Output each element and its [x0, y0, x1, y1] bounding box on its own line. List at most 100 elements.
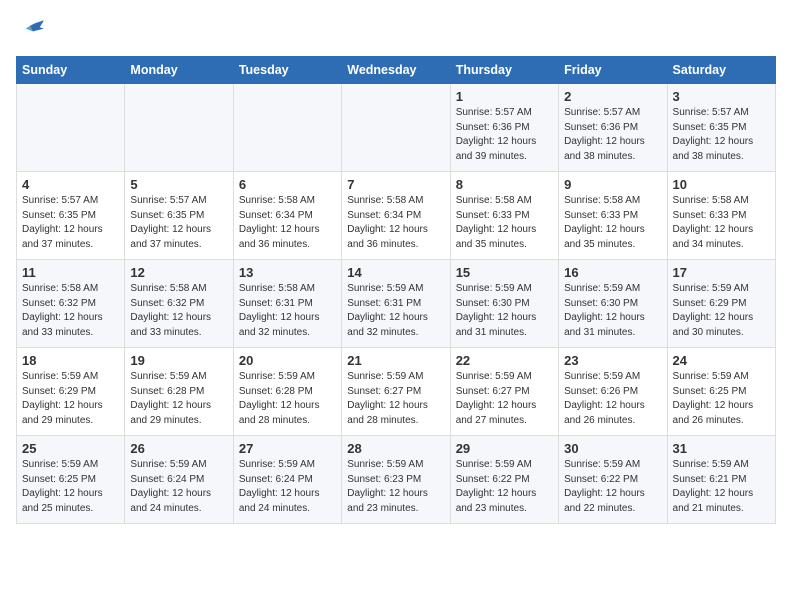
day-number: 19 — [130, 353, 227, 368]
calendar-cell: 4 Sunrise: 5:57 AM Sunset: 6:35 PM Daylig… — [17, 172, 125, 260]
weekday-header-row: SundayMondayTuesdayWednesdayThursdayFrid… — [17, 57, 776, 84]
day-info: Sunrise: 5:57 AM Sunset: 6:35 PM Dayligh… — [673, 106, 770, 164]
day-info: Sunrise: 5:59 AM Sunset: 6:25 PM Dayligh… — [22, 458, 119, 516]
calendar-cell: 18 Sunrise: 5:59 AM Sunset: 6:29 PM Dayli… — [17, 348, 125, 436]
weekday-header-cell: Friday — [559, 57, 667, 84]
calendar-cell: 14Sunrise: 5:59 AM Sunset: 6:31 PM Dayli… — [342, 260, 450, 348]
calendar-cell: 30 Sunrise: 5:59 AM Sunset: 6:22 PM Dayli… — [559, 436, 667, 524]
day-info: Sunrise: 5:58 AM Sunset: 6:31 PM Dayligh… — [239, 282, 336, 340]
day-info: Sunrise: 5:59 AM Sunset: 6:27 PM Dayligh… — [456, 370, 553, 428]
day-info: Sunrise: 5:58 AM Sunset: 6:32 PM Dayligh… — [22, 282, 119, 340]
day-number: 18 — [22, 353, 119, 368]
day-number: 22 — [456, 353, 553, 368]
day-info: Sunrise: 5:58 AM Sunset: 6:32 PM Dayligh… — [130, 282, 227, 340]
calendar-cell — [233, 84, 341, 172]
calendar-cell: 26Sunrise: 5:59 AM Sunset: 6:24 PM Dayli… — [125, 436, 233, 524]
day-info: Sunrise: 5:58 AM Sunset: 6:33 PM Dayligh… — [564, 194, 661, 252]
day-info: Sunrise: 5:57 AM Sunset: 6:35 PM Dayligh… — [22, 194, 119, 252]
day-number: 5 — [130, 177, 227, 192]
calendar-body: 1Sunrise: 5:57 AM Sunset: 6:36 PM Daylig… — [17, 84, 776, 524]
day-number: 13 — [239, 265, 336, 280]
day-number: 4 — [22, 177, 119, 192]
calendar-cell: 10Sunrise: 5:58 AM Sunset: 6:33 PM Dayli… — [667, 172, 775, 260]
day-number: 27 — [239, 441, 336, 456]
calendar-cell: 31 Sunrise: 5:59 AM Sunset: 6:21 PM Dayli… — [667, 436, 775, 524]
weekday-header-cell: Saturday — [667, 57, 775, 84]
calendar-cell: 16 Sunrise: 5:59 AM Sunset: 6:30 PM Dayli… — [559, 260, 667, 348]
calendar-cell: 23Sunrise: 5:59 AM Sunset: 6:26 PM Dayli… — [559, 348, 667, 436]
calendar-cell — [125, 84, 233, 172]
day-number: 7 — [347, 177, 444, 192]
day-number: 12 — [130, 265, 227, 280]
day-number: 29 — [456, 441, 553, 456]
day-number: 28 — [347, 441, 444, 456]
calendar-cell: 22 Sunrise: 5:59 AM Sunset: 6:27 PM Dayli… — [450, 348, 558, 436]
calendar-cell: 21 Sunrise: 5:59 AM Sunset: 6:27 PM Dayli… — [342, 348, 450, 436]
calendar-cell: 2Sunrise: 5:57 AM Sunset: 6:36 PM Daylig… — [559, 84, 667, 172]
day-number: 24 — [673, 353, 770, 368]
day-number: 26 — [130, 441, 227, 456]
day-info: Sunrise: 5:59 AM Sunset: 6:28 PM Dayligh… — [239, 370, 336, 428]
calendar-cell: 15 Sunrise: 5:59 AM Sunset: 6:30 PM Dayli… — [450, 260, 558, 348]
day-info: Sunrise: 5:58 AM Sunset: 6:33 PM Dayligh… — [456, 194, 553, 252]
calendar-cell: 7 Sunrise: 5:58 AM Sunset: 6:34 PM Daylig… — [342, 172, 450, 260]
day-number: 15 — [456, 265, 553, 280]
calendar-cell: 27Sunrise: 5:59 AM Sunset: 6:24 PM Dayli… — [233, 436, 341, 524]
weekday-header-cell: Sunday — [17, 57, 125, 84]
calendar-week-row: 11 Sunrise: 5:58 AM Sunset: 6:32 PM Dayli… — [17, 260, 776, 348]
calendar-cell — [17, 84, 125, 172]
day-number: 30 — [564, 441, 661, 456]
day-number: 20 — [239, 353, 336, 368]
day-number: 9 — [564, 177, 661, 192]
calendar-cell: 12 Sunrise: 5:58 AM Sunset: 6:32 PM Dayli… — [125, 260, 233, 348]
logo-bird-icon — [16, 16, 44, 44]
day-info: Sunrise: 5:59 AM Sunset: 6:27 PM Dayligh… — [347, 370, 444, 428]
day-number: 14 — [347, 265, 444, 280]
day-info: Sunrise: 5:59 AM Sunset: 6:21 PM Dayligh… — [673, 458, 770, 516]
calendar-cell: 3Sunrise: 5:57 AM Sunset: 6:35 PM Daylig… — [667, 84, 775, 172]
calendar-cell: 6 Sunrise: 5:58 AM Sunset: 6:34 PM Daylig… — [233, 172, 341, 260]
calendar-cell: 29 Sunrise: 5:59 AM Sunset: 6:22 PM Dayli… — [450, 436, 558, 524]
calendar-cell: 8Sunrise: 5:58 AM Sunset: 6:33 PM Daylig… — [450, 172, 558, 260]
logo — [16, 16, 48, 44]
calendar-cell: 11 Sunrise: 5:58 AM Sunset: 6:32 PM Dayli… — [17, 260, 125, 348]
day-info: Sunrise: 5:59 AM Sunset: 6:23 PM Dayligh… — [347, 458, 444, 516]
day-info: Sunrise: 5:59 AM Sunset: 6:29 PM Dayligh… — [673, 282, 770, 340]
calendar-cell: 13 Sunrise: 5:58 AM Sunset: 6:31 PM Dayli… — [233, 260, 341, 348]
calendar-cell — [342, 84, 450, 172]
day-info: Sunrise: 5:59 AM Sunset: 6:28 PM Dayligh… — [130, 370, 227, 428]
weekday-header-cell: Monday — [125, 57, 233, 84]
day-info: Sunrise: 5:59 AM Sunset: 6:22 PM Dayligh… — [456, 458, 553, 516]
calendar-week-row: 18 Sunrise: 5:59 AM Sunset: 6:29 PM Dayli… — [17, 348, 776, 436]
calendar-cell: 5 Sunrise: 5:57 AM Sunset: 6:35 PM Daylig… — [125, 172, 233, 260]
day-info: Sunrise: 5:59 AM Sunset: 6:30 PM Dayligh… — [564, 282, 661, 340]
calendar-cell: 9 Sunrise: 5:58 AM Sunset: 6:33 PM Daylig… — [559, 172, 667, 260]
day-number: 2 — [564, 89, 661, 104]
calendar-week-row: 25 Sunrise: 5:59 AM Sunset: 6:25 PM Dayli… — [17, 436, 776, 524]
day-number: 6 — [239, 177, 336, 192]
day-number: 16 — [564, 265, 661, 280]
calendar-cell: 19 Sunrise: 5:59 AM Sunset: 6:28 PM Dayli… — [125, 348, 233, 436]
day-info: Sunrise: 5:58 AM Sunset: 6:34 PM Dayligh… — [347, 194, 444, 252]
calendar-cell: 28 Sunrise: 5:59 AM Sunset: 6:23 PM Dayli… — [342, 436, 450, 524]
weekday-header-cell: Thursday — [450, 57, 558, 84]
day-info: Sunrise: 5:57 AM Sunset: 6:35 PM Dayligh… — [130, 194, 227, 252]
day-info: Sunrise: 5:58 AM Sunset: 6:34 PM Dayligh… — [239, 194, 336, 252]
calendar-cell: 17 Sunrise: 5:59 AM Sunset: 6:29 PM Dayli… — [667, 260, 775, 348]
day-info: Sunrise: 5:59 AM Sunset: 6:30 PM Dayligh… — [456, 282, 553, 340]
day-info: Sunrise: 5:59 AM Sunset: 6:22 PM Dayligh… — [564, 458, 661, 516]
day-info: Sunrise: 5:59 AM Sunset: 6:29 PM Dayligh… — [22, 370, 119, 428]
day-number: 31 — [673, 441, 770, 456]
day-number: 25 — [22, 441, 119, 456]
calendar-week-row: 1Sunrise: 5:57 AM Sunset: 6:36 PM Daylig… — [17, 84, 776, 172]
day-info: Sunrise: 5:59 AM Sunset: 6:25 PM Dayligh… — [673, 370, 770, 428]
day-info: Sunrise: 5:57 AM Sunset: 6:36 PM Dayligh… — [456, 106, 553, 164]
calendar-table: SundayMondayTuesdayWednesdayThursdayFrid… — [16, 56, 776, 524]
calendar-week-row: 4 Sunrise: 5:57 AM Sunset: 6:35 PM Daylig… — [17, 172, 776, 260]
calendar-cell: 1Sunrise: 5:57 AM Sunset: 6:36 PM Daylig… — [450, 84, 558, 172]
day-number: 23 — [564, 353, 661, 368]
day-number: 17 — [673, 265, 770, 280]
page-header — [16, 16, 776, 44]
day-number: 11 — [22, 265, 119, 280]
day-number: 21 — [347, 353, 444, 368]
